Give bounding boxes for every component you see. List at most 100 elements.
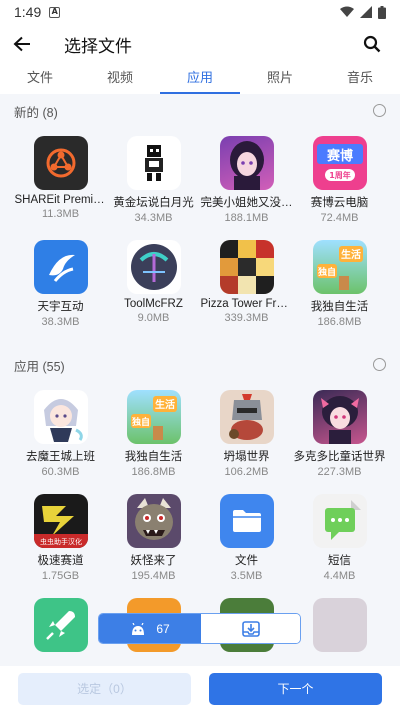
- app-item[interactable]: [293, 590, 386, 666]
- app-item[interactable]: ToolMcFRZ 9.0MB: [107, 232, 200, 336]
- cyber-cloud-icon: 赛博 1周年: [312, 136, 367, 190]
- svg-text:独自: 独自: [130, 416, 149, 428]
- app-item[interactable]: 坍塌世界 106.2MB: [200, 382, 293, 486]
- tab-videos[interactable]: 视频: [80, 64, 160, 94]
- app-name: 完美小姐她又没…: [200, 197, 293, 209]
- app-item[interactable]: 天宇互动 38.3MB: [14, 232, 107, 336]
- app-size: 72.4MB: [320, 212, 359, 224]
- app-name: 黄金坛说白月光: [113, 197, 194, 209]
- selected-count: 67: [156, 621, 170, 636]
- app-item[interactable]: [14, 590, 107, 666]
- pickaxe-icon: [126, 240, 181, 294]
- app-size: 38.3MB: [41, 316, 80, 328]
- app-size: 195.4MB: [131, 570, 176, 582]
- next-button[interactable]: 下一个: [209, 672, 382, 705]
- android-icon: [132, 622, 145, 635]
- racing-icon: 虫虫助手汉化: [33, 494, 88, 548]
- app-item[interactable]: 短信 4.4MB: [293, 486, 386, 590]
- search-icon: [363, 35, 381, 53]
- pixel-figure-icon: [126, 136, 181, 190]
- app-name: 去魔王城上班: [26, 451, 95, 463]
- app-item[interactable]: 生活 独自 我独自生活 186.8MB: [293, 232, 386, 336]
- boy-icon: [312, 598, 367, 652]
- pizza-tower-icon: [219, 240, 274, 294]
- bottom-action-bar: 选定（0） 下一个: [0, 666, 400, 711]
- notification-icon: A: [49, 6, 61, 18]
- app-name: 赛博云电脑: [310, 197, 369, 209]
- svg-text:生活: 生活: [155, 398, 175, 411]
- life-game-icon: 生活 独自: [312, 240, 367, 294]
- app-size: 34.3MB: [134, 212, 173, 224]
- monster-icon: [126, 494, 181, 548]
- app-size: 11.3MB: [41, 208, 80, 220]
- app-size: 106.2MB: [224, 466, 269, 478]
- tab-files[interactable]: 文件: [0, 64, 80, 94]
- tab-music[interactable]: 音乐: [320, 64, 400, 94]
- app-name: 文件: [235, 555, 258, 567]
- app-name: 妖怪来了: [130, 555, 177, 567]
- section-divider: [0, 336, 400, 348]
- app-size: 186.8MB: [317, 316, 362, 328]
- app-size: 4.4MB: [323, 570, 356, 582]
- app-name: 我独自生活: [124, 451, 183, 463]
- app-item[interactable]: 多克多比童话世界 227.3MB: [293, 382, 386, 486]
- app-size: 186.8MB: [131, 466, 176, 478]
- app-list[interactable]: 新的 (8) SHAREit Premium 11.3MB 黄金坛说白月光 34…: [0, 94, 400, 666]
- app-item[interactable]: Pizza Tower Fre… 339.3MB: [200, 232, 293, 336]
- app-bar: 选择文件: [0, 24, 400, 64]
- svg-text:1周年: 1周年: [329, 170, 351, 180]
- svg-text:虫虫助手汉化: 虫虫助手汉化: [40, 537, 82, 546]
- status-time: 1:49: [14, 4, 42, 20]
- app-item[interactable]: 生活 独自 我独自生活 186.8MB: [107, 382, 200, 486]
- svg-text:独自: 独自: [316, 266, 335, 278]
- anime-girl-icon: [219, 136, 274, 190]
- app-item[interactable]: 去魔王城上班 60.3MB: [14, 382, 107, 486]
- app-item[interactable]: 赛博 1周年 赛博云电脑 72.4MB: [293, 128, 386, 232]
- app-name: 坍塌世界: [223, 451, 270, 463]
- selected-apps-counter[interactable]: 67: [99, 614, 201, 643]
- app-item[interactable]: 虫虫助手汉化 极速赛道 1.75GB: [14, 486, 107, 590]
- app-item[interactable]: 完美小姐她又没… 188.1MB: [200, 128, 293, 232]
- rocket-icon: [33, 598, 88, 652]
- confirm-selection-button[interactable]: 选定（0）: [18, 672, 191, 705]
- category-tabs: 文件 视频 应用 照片 音乐: [0, 64, 400, 94]
- app-size: 60.3MB: [41, 466, 80, 478]
- life-game-icon: 生活 独自: [126, 390, 181, 444]
- app-name: 极速赛道: [37, 555, 84, 567]
- app-name: SHAREit Premium: [14, 194, 107, 206]
- app-name: 天宇互动: [37, 301, 84, 313]
- app-size: 9.0MB: [137, 312, 170, 324]
- app-name: ToolMcFRZ: [124, 298, 183, 310]
- app-item[interactable]: 黄金坛说白月光 34.3MB: [107, 128, 200, 232]
- app-item[interactable]: 文件 3.5MB: [200, 486, 293, 590]
- section-new-header: 新的 (8): [0, 94, 400, 128]
- app-name: Pizza Tower Fre…: [200, 298, 293, 310]
- app-item[interactable]: SHAREit Premium 11.3MB: [14, 128, 107, 232]
- sms-icon: [312, 494, 367, 548]
- tab-photos[interactable]: 照片: [240, 64, 320, 94]
- tianyu-icon: [33, 240, 88, 294]
- folder-icon: [219, 494, 274, 548]
- app-size: 1.75GB: [41, 570, 80, 582]
- transfer-button[interactable]: [201, 614, 300, 643]
- status-bar: 1:49 A: [0, 0, 400, 24]
- battery-icon: [378, 5, 386, 19]
- floating-bar: 67: [98, 613, 301, 644]
- wifi-icon: [340, 6, 354, 17]
- select-all-new-radio[interactable]: [373, 104, 386, 117]
- app-item[interactable]: 妖怪来了 195.4MB: [107, 486, 200, 590]
- search-button[interactable]: [358, 30, 386, 58]
- shareit-icon: [33, 136, 88, 190]
- svg-text:生活: 生活: [341, 248, 361, 261]
- app-name: 我独自生活: [310, 301, 369, 313]
- app-name: 多克多比童话世界: [293, 451, 386, 463]
- knight-icon: [219, 390, 274, 444]
- app-size: 188.1MB: [224, 212, 269, 224]
- new-apps-grid: SHAREit Premium 11.3MB 黄金坛说白月光 34.3MB 完美…: [0, 128, 400, 336]
- select-all-apps-radio[interactable]: [373, 358, 386, 371]
- app-size: 227.3MB: [317, 466, 362, 478]
- back-button[interactable]: [0, 24, 44, 64]
- back-arrow-icon: [13, 36, 30, 52]
- app-size: 339.3MB: [224, 312, 269, 324]
- tab-apps[interactable]: 应用: [160, 64, 240, 94]
